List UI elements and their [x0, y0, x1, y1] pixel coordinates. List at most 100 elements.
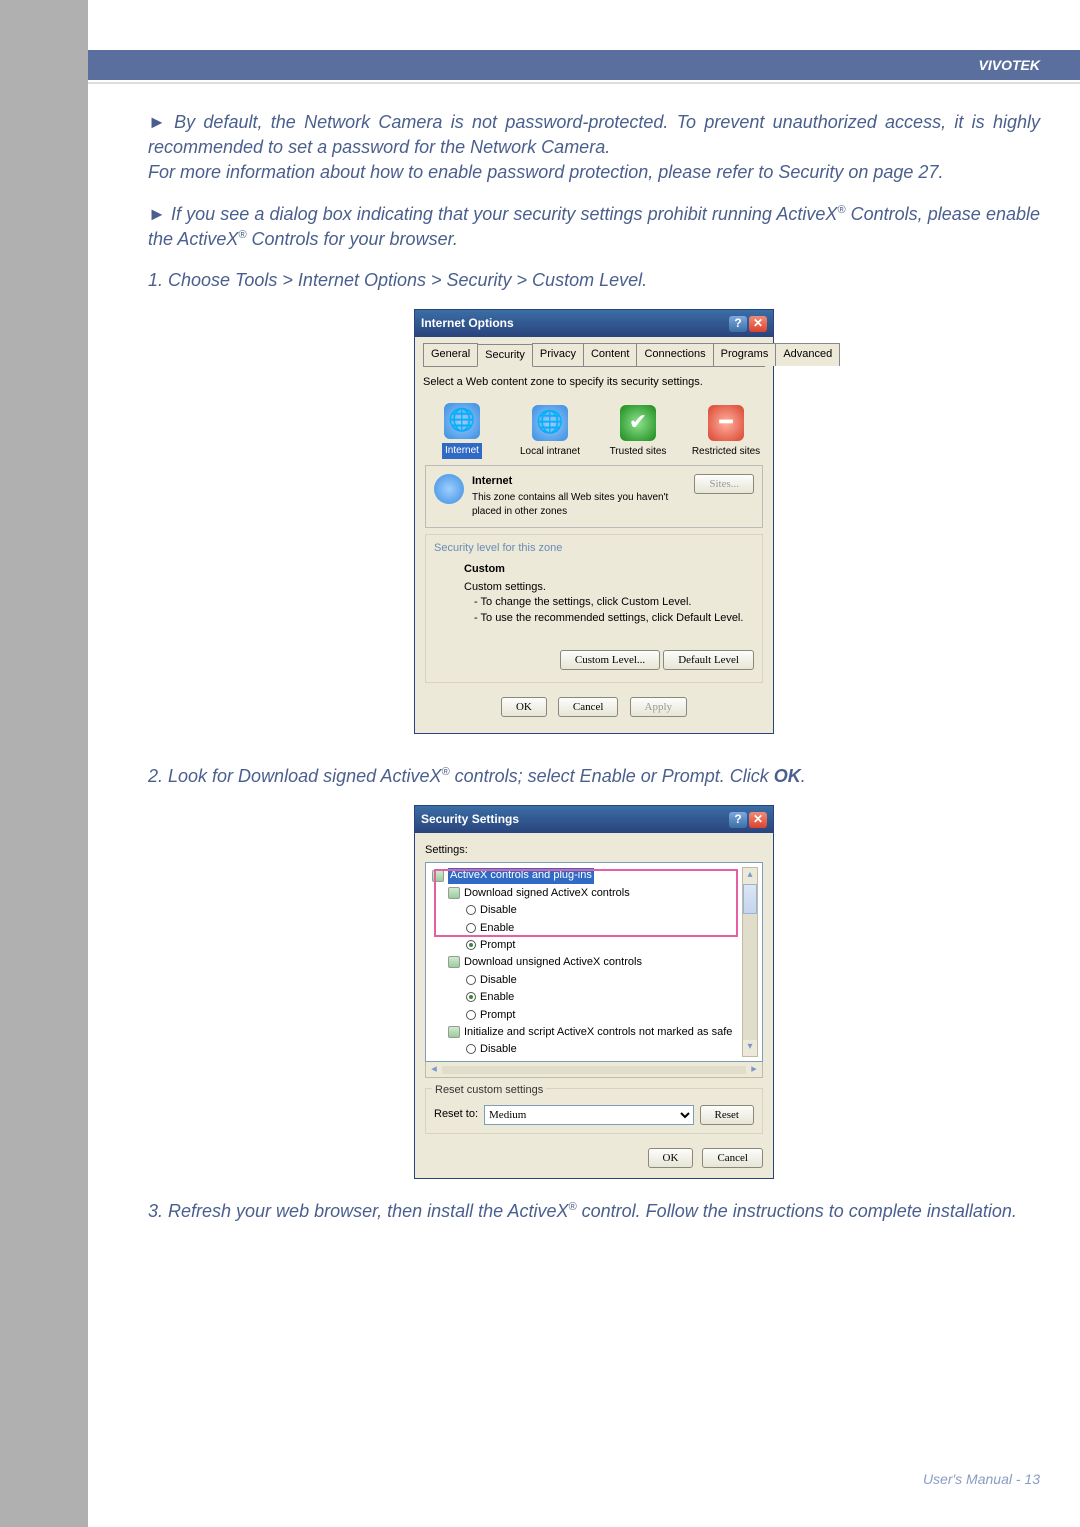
reset-select[interactable]: Medium — [484, 1105, 694, 1125]
tree-group-unsigned: Download unsigned ActiveX controls — [430, 954, 758, 971]
tab-privacy[interactable]: Privacy — [532, 343, 584, 366]
opt-disable[interactable]: Disable — [430, 902, 758, 919]
radio-icon — [466, 1010, 476, 1020]
tabs: General Security Privacy Content Connect… — [423, 343, 765, 367]
radio-icon — [466, 905, 476, 915]
custom-level-button[interactable]: Custom Level... — [560, 650, 660, 670]
step-1: 1. Choose Tools > Internet Options > Sec… — [148, 268, 1040, 293]
bullet-marker: ► — [148, 112, 166, 132]
reg-mark: ® — [238, 229, 246, 241]
cancel-button[interactable]: Cancel — [702, 1148, 763, 1168]
header-bar: VIVOTEK — [88, 50, 1080, 80]
tab-connections[interactable]: Connections — [636, 343, 713, 366]
dialog-title: Security Settings — [421, 811, 519, 828]
radio-icon — [466, 1062, 476, 1063]
globe-icon — [434, 474, 464, 504]
para1-line2: For more information about how to enable… — [148, 162, 943, 182]
cancel-button[interactable]: Cancel — [558, 697, 619, 717]
dialog-footer: OK Cancel — [425, 1148, 763, 1168]
page: VIVOTEK ► By default, the Network Camera… — [88, 0, 1080, 1527]
custom-line2: - To use the recommended settings, click… — [464, 611, 754, 626]
opt-disable[interactable]: Disable — [430, 972, 758, 989]
help-icon[interactable]: ? — [729, 812, 747, 828]
zone-restricted-sites[interactable]: ━ Restricted sites — [691, 405, 761, 459]
zone-detail: Internet This zone contains all Web site… — [425, 465, 763, 528]
zones-row: 🌐 Internet 🌐 Local intranet ✔ Trusted si… — [423, 393, 765, 465]
bullet-marker: ► — [148, 204, 166, 224]
brand-text: VIVOTEK — [979, 57, 1040, 73]
step3-a: 3. Refresh your web browser, then instal… — [148, 1201, 569, 1221]
zone-local-intranet[interactable]: 🌐 Local intranet — [515, 405, 585, 459]
sites-button[interactable]: Sites... — [694, 474, 754, 494]
minus-icon: ━ — [708, 405, 744, 441]
tab-programs[interactable]: Programs — [713, 343, 777, 366]
dialog-footer: OK Cancel Apply — [423, 693, 765, 723]
zone-internet[interactable]: 🌐 Internet — [427, 403, 497, 459]
scroll-down-icon[interactable]: ▾ — [743, 1040, 757, 1056]
opt-enable[interactable]: Enable — [430, 1059, 758, 1063]
ok-button[interactable]: OK — [648, 1148, 694, 1168]
zones-instruction: Select a Web content zone to specify its… — [423, 375, 765, 390]
zone-title: Internet — [472, 474, 686, 489]
reset-button[interactable]: Reset — [700, 1105, 754, 1125]
step-2: 2. Look for Download signed ActiveX® con… — [148, 764, 1040, 789]
custom-label: Custom — [464, 562, 754, 577]
radio-icon — [466, 975, 476, 985]
gear-icon — [448, 1026, 460, 1038]
scroll-track[interactable] — [442, 1066, 746, 1074]
scroll-thumb[interactable] — [743, 884, 757, 914]
scroll-left-icon[interactable]: ◂ — [426, 1062, 442, 1077]
security-settings-dialog: Security Settings ? ✕ Settings: ActiveX … — [414, 805, 774, 1179]
opt-enable[interactable]: Enable — [430, 920, 758, 937]
security-level-title: Security level for this zone — [434, 541, 754, 556]
globe-icon: 🌐 — [444, 403, 480, 439]
tab-security[interactable]: Security — [477, 344, 533, 367]
step2-a: 2. Look for Download signed ActiveX — [148, 766, 442, 786]
radio-icon — [466, 992, 476, 1002]
zone-label: Trusted sites — [610, 446, 667, 457]
close-icon[interactable]: ✕ — [749, 316, 767, 332]
help-icon[interactable]: ? — [729, 316, 747, 332]
opt-enable[interactable]: Enable — [430, 989, 758, 1006]
opt-disable[interactable]: Disable — [430, 1041, 758, 1058]
security-level-group: Security level for this zone Custom Cust… — [425, 534, 763, 683]
dialog-title: Internet Options — [421, 315, 514, 332]
zone-desc-text: Internet This zone contains all Web site… — [472, 474, 686, 519]
zone-trusted-sites[interactable]: ✔ Trusted sites — [603, 405, 673, 459]
reg-mark: ® — [569, 1201, 577, 1213]
tab-advanced[interactable]: Advanced — [775, 343, 840, 366]
header-underline — [88, 82, 1080, 84]
close-icon[interactable]: ✕ — [749, 812, 767, 828]
para-2: ► If you see a dialog box indicating tha… — [148, 202, 1040, 252]
ok-button[interactable]: OK — [501, 697, 547, 717]
opt-prompt[interactable]: Prompt — [430, 937, 758, 954]
scroll-right-icon[interactable]: ▸ — [746, 1062, 762, 1077]
settings-label: Settings: — [425, 843, 763, 858]
default-level-button[interactable]: Default Level — [663, 650, 754, 670]
gear-icon — [448, 887, 460, 899]
scroll-up-icon[interactable]: ▴ — [743, 868, 757, 884]
opt-prompt[interactable]: Prompt — [430, 1007, 758, 1024]
zone-label: Internet — [442, 443, 482, 459]
gear-icon — [432, 870, 444, 882]
zone-label: Restricted sites — [692, 446, 760, 457]
dialog-titlebar: Security Settings ? ✕ — [415, 806, 773, 833]
dialog-titlebar: Internet Options ? ✕ — [415, 310, 773, 337]
dialog-body: Settings: ActiveX controls and plug-ins … — [415, 833, 773, 1178]
settings-tree[interactable]: ActiveX controls and plug-ins Download s… — [425, 862, 763, 1062]
vertical-scrollbar[interactable]: ▴ ▾ — [742, 867, 758, 1057]
gear-icon — [448, 956, 460, 968]
horizontal-scrollbar[interactable]: ◂ ▸ — [425, 1062, 763, 1078]
custom-settings: Custom settings. — [464, 580, 754, 595]
zone-desc: This zone contains all Web sites you hav… — [472, 491, 686, 519]
reset-group: Reset custom settings Reset to: Medium R… — [425, 1088, 763, 1133]
zone-label: Local intranet — [520, 446, 580, 457]
internet-options-dialog: Internet Options ? ✕ General Security Pr… — [414, 309, 774, 734]
step2-c: . — [801, 766, 806, 786]
reset-to-label: Reset to: — [434, 1107, 478, 1122]
tab-general[interactable]: General — [423, 343, 478, 366]
tab-content[interactable]: Content — [583, 343, 638, 366]
dialog-body: General Security Privacy Content Connect… — [415, 337, 773, 733]
radio-icon — [466, 940, 476, 950]
apply-button[interactable]: Apply — [630, 697, 688, 717]
